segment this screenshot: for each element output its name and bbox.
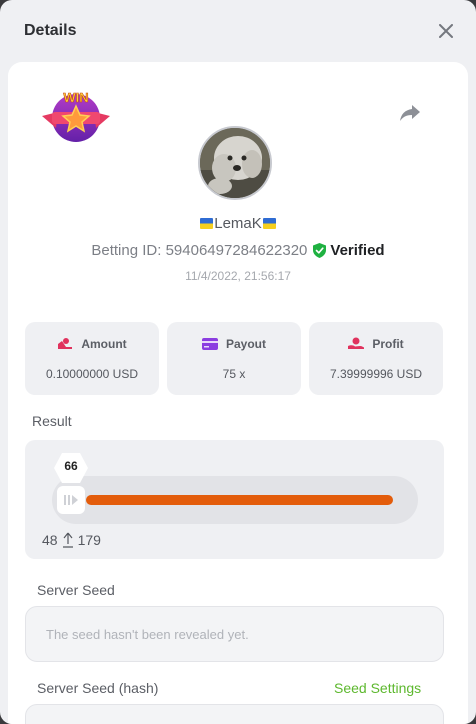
svg-text:WIN: WIN — [63, 90, 88, 105]
coin-stack-icon — [58, 338, 73, 349]
wallet-card-icon — [201, 337, 218, 350]
result-label: Result — [32, 413, 72, 429]
result-value-bubble: 66 — [53, 452, 89, 484]
avatar — [198, 126, 272, 200]
close-icon — [439, 24, 453, 38]
result-slider-handle[interactable] — [57, 486, 85, 514]
result-value: 66 — [64, 459, 78, 473]
betting-id-row: Betting ID: 59406497284622320 Verified — [8, 242, 468, 259]
betting-id: Betting ID: 59406497284622320 — [91, 242, 308, 259]
result-range: 48 179 — [42, 532, 101, 548]
win-badge-icon: WIN — [42, 90, 110, 142]
share-arrow-icon — [400, 105, 420, 121]
details-modal: Details WIN LemaK Betting ID: 5940649728… — [0, 0, 476, 724]
slider-grip-icon — [64, 495, 78, 505]
bet-timestamp: 11/4/2022, 21:56:17 — [185, 269, 291, 283]
server-seed-field[interactable]: The seed hasn't been revealed yet. — [25, 606, 444, 662]
amount-card: Amount 0.10000000 USD — [25, 322, 159, 395]
share-button[interactable] — [398, 102, 422, 124]
verified-label: Verified — [330, 242, 385, 259]
details-panel: WIN LemaK Betting ID: 59406497284622320 … — [8, 62, 468, 724]
result-box: 66 48 179 — [25, 440, 444, 559]
range-high: 179 — [77, 532, 101, 548]
verified-badge: Verified — [313, 242, 385, 259]
username-text: LemaK — [214, 215, 262, 232]
username: LemaK — [8, 215, 468, 232]
profit-value: 7.39999996 USD — [329, 366, 423, 381]
result-slider-track — [52, 476, 418, 524]
payout-label: Payout — [225, 336, 266, 351]
dog-photo-icon — [200, 128, 270, 198]
modal-header: Details — [0, 0, 476, 62]
ukraine-flag-icon — [200, 218, 214, 229]
amount-value: 0.10000000 USD — [45, 366, 139, 381]
payout-card: Payout 75 x — [167, 322, 301, 395]
modal-title: Details — [24, 22, 77, 39]
server-seed-hash-label: Server Seed (hash) — [37, 680, 159, 696]
shield-check-icon — [313, 243, 327, 258]
up-arrow-icon — [62, 532, 73, 548]
seed-settings-link[interactable]: Seed Settings — [334, 680, 421, 696]
payout-value: 75 x — [222, 366, 246, 381]
ukraine-flag-icon — [262, 218, 276, 229]
server-seed-placeholder: The seed hasn't been revealed yet. — [46, 626, 249, 642]
close-button[interactable] — [436, 21, 456, 41]
server-seed-label: Server Seed — [37, 582, 115, 598]
amount-label: Amount — [81, 336, 127, 351]
range-low: 48 — [42, 532, 58, 548]
hand-coin-icon — [348, 337, 365, 349]
result-slider-fill — [86, 495, 393, 505]
profit-label: Profit — [372, 336, 404, 351]
server-seed-hash-field[interactable] — [25, 704, 444, 724]
profit-card: Profit 7.39999996 USD — [309, 322, 443, 395]
